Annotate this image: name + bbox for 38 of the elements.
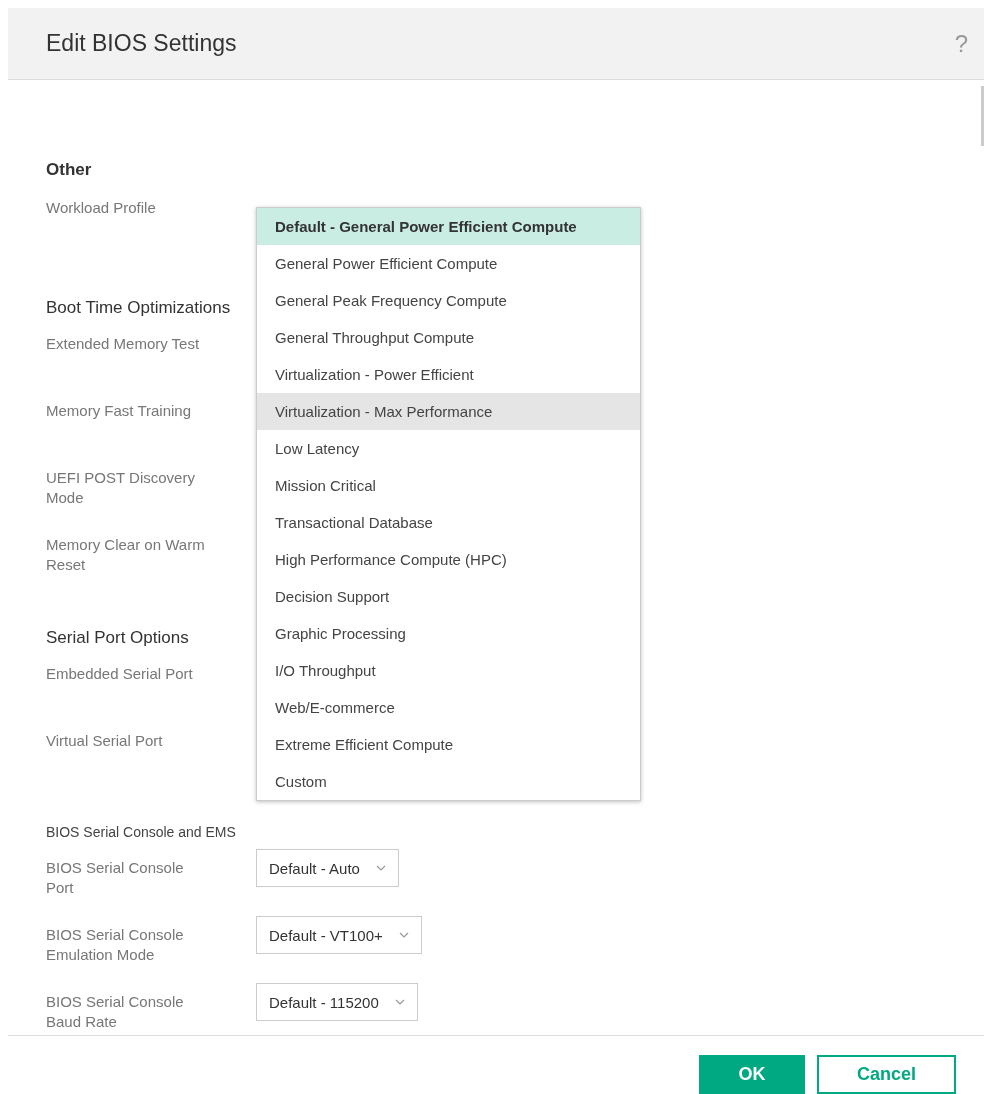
dropdown-option[interactable]: Graphic Processing xyxy=(257,615,640,652)
dropdown-option[interactable]: Default - General Power Efficient Compute xyxy=(257,208,640,245)
dropdown-select[interactable]: Default - VT100+ xyxy=(256,916,422,954)
section-heading: Serial Port Options xyxy=(46,628,189,648)
dropdown-select[interactable]: Default - 115200 xyxy=(256,983,418,1021)
dropdown-option[interactable]: Mission Critical xyxy=(257,467,640,504)
section-heading: BIOS Serial Console and EMS xyxy=(46,824,236,840)
field-label: BIOS Serial Console Port xyxy=(46,858,185,898)
field-label: BIOS Serial Console Emulation Mode xyxy=(46,925,185,965)
dropdown-option[interactable]: Transactional Database xyxy=(257,504,640,541)
field-label: Memory Fast Training xyxy=(46,401,193,421)
scrollbar[interactable] xyxy=(981,86,984,146)
chevron-icon xyxy=(394,999,405,1005)
dropdown-option[interactable]: Custom xyxy=(257,763,640,800)
dropdown-select[interactable]: Default - Auto xyxy=(256,849,399,887)
field-label: Embedded Serial Port xyxy=(46,664,194,684)
chevron-icon xyxy=(398,932,409,938)
dropdown-option[interactable]: High Performance Compute (HPC) xyxy=(257,541,640,578)
dropdown-option[interactable]: Virtualization - Max Performance xyxy=(257,393,640,430)
dropdown-option[interactable]: Extreme Efficient Compute xyxy=(257,726,640,763)
dropdown-option[interactable]: General Peak Frequency Compute xyxy=(257,282,640,319)
field-label: Memory Clear on Warm Reset xyxy=(46,535,206,575)
dropdown-option[interactable]: General Power Efficient Compute xyxy=(257,245,640,282)
chevron-icon xyxy=(375,865,386,871)
dropdown-option[interactable]: General Throughput Compute xyxy=(257,319,640,356)
dialog-title: Edit BIOS Settings xyxy=(46,30,237,57)
field-label: UEFI POST Discovery Mode xyxy=(46,468,196,508)
dropdown-option[interactable]: Virtualization - Power Efficient xyxy=(257,356,640,393)
section-heading: Boot Time Optimizations xyxy=(46,298,231,318)
dropdown-option[interactable]: Decision Support xyxy=(257,578,640,615)
field-label: Extended Memory Test xyxy=(46,334,201,354)
field-label: BIOS Serial Console Baud Rate xyxy=(46,992,185,1032)
field-label: Workload Profile xyxy=(46,198,157,218)
dropdown-option[interactable]: Web/E-commerce xyxy=(257,689,640,726)
dropdown-option[interactable]: I/O Throughput xyxy=(257,652,640,689)
field-label: Virtual Serial Port xyxy=(46,731,164,751)
dropdown-option[interactable]: Low Latency xyxy=(257,430,640,467)
section-heading: Other xyxy=(46,160,92,180)
